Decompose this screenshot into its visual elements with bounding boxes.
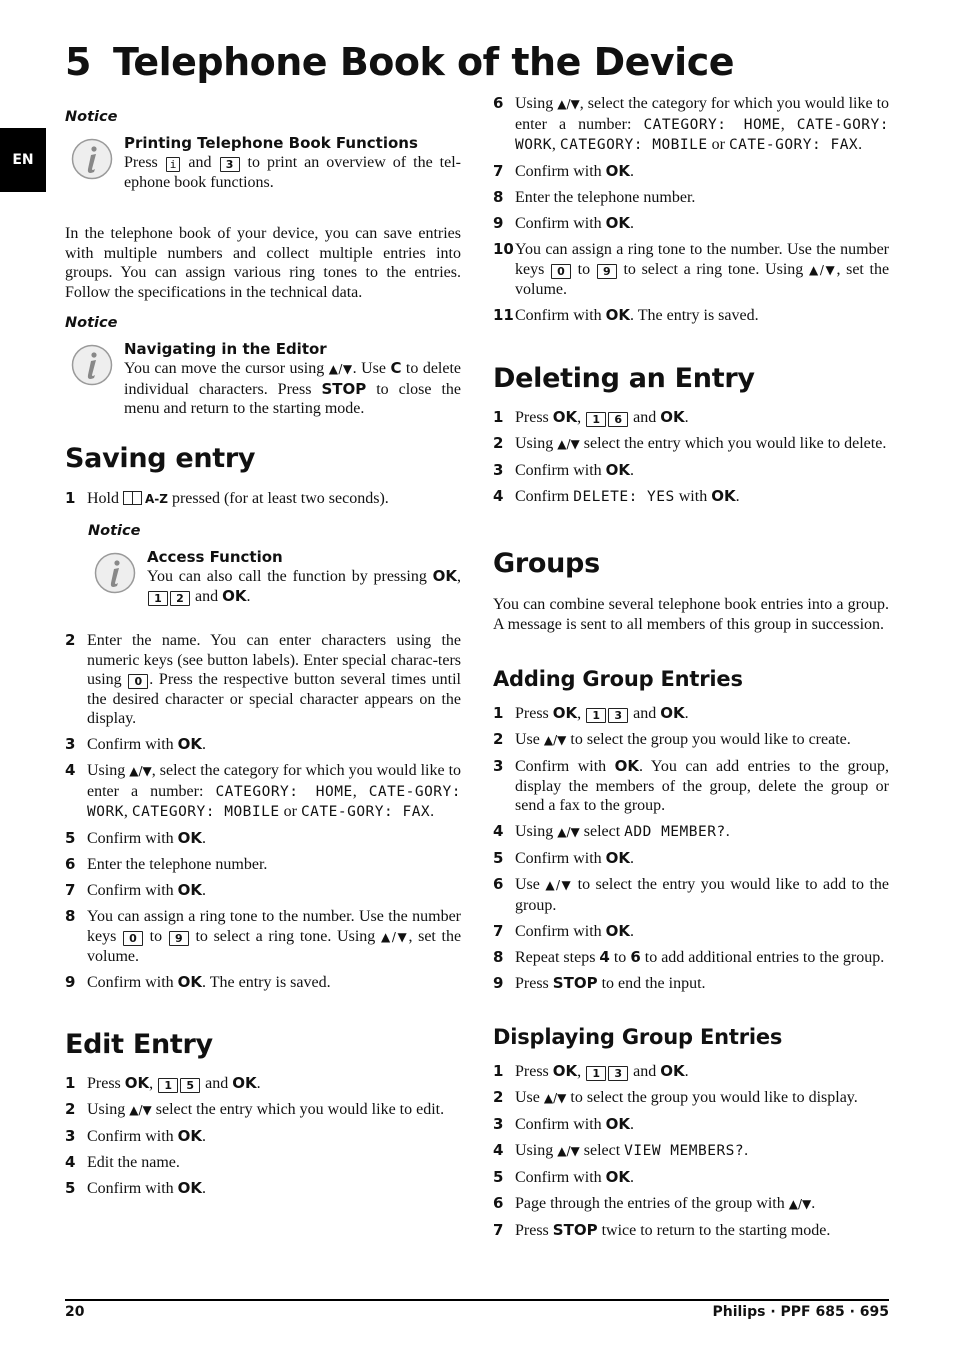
notice-label: Notice: [88, 523, 141, 539]
footer-divider: [65, 1299, 889, 1301]
section-title-edit: Edit Entry: [65, 1029, 213, 1060]
step-item: 2 Enter the name. You can enter character…: [65, 631, 462, 727]
step-item: 3 Confirm with OK.: [493, 1115, 635, 1133]
notice-label: Notice: [65, 109, 118, 125]
info-icon: [94, 552, 136, 594]
up-down-arrows-icon: ▲/▼: [788, 1197, 812, 1211]
section-title-saving: Saving entry: [65, 443, 256, 474]
phonebook-icon: [123, 491, 142, 505]
step-item: 6 Page through the entries of the group w…: [493, 1194, 816, 1212]
subsection-title-displaying: Displaying Group Entries: [493, 1025, 783, 1049]
step-item: 3 Confirm with OK.: [65, 735, 207, 753]
chapter-title: 5 Telephone Book of the Device: [65, 40, 735, 84]
step-item: 1 Press OK, 13 and OK.: [493, 704, 689, 723]
step-item: 4 Using ▲/▼, select the category for whic…: [65, 761, 462, 820]
product-name: Philips · PPF 685 · 695: [712, 1304, 889, 1320]
step-item: 1 Press OK, 13 and OK.: [493, 1062, 689, 1081]
step-item: 1 Press OK, 16 and OK.: [493, 408, 689, 427]
step-item: 8 Repeat steps 4 to 6 to add additional e…: [493, 947, 885, 966]
intro-paragraph: In the telephone book of your device, yo…: [65, 225, 461, 301]
step-item: 4 Using ▲/▼ select VIEW MEMBERS?.: [493, 1141, 749, 1159]
notice-label: Notice: [65, 315, 118, 331]
step-item: 4 Edit the name.: [65, 1153, 180, 1171]
step-item: 7 Confirm with OK.: [493, 921, 635, 940]
step-item: 8 You can assign a ring tone to the numbe…: [65, 907, 462, 965]
step-item: 9 Confirm with OK. The entry is saved.: [65, 973, 331, 991]
edit-steps-part2: 6 Using ▲/▼, select the category for whic…: [493, 94, 889, 332]
step-item: 3 Confirm with OK.: [493, 461, 635, 479]
step-item: 1 Press OK, 15 and OK.: [65, 1074, 261, 1093]
step-item: 9 Confirm with OK.: [493, 214, 635, 232]
az-key: A-Z: [145, 492, 168, 506]
chapter-number: 5: [65, 40, 91, 84]
subsection-title-adding: Adding Group Entries: [493, 667, 743, 691]
groups-intro: You can combine several telephone book e…: [493, 596, 889, 633]
page-number: 20: [65, 1304, 85, 1320]
step-item: 5 Confirm with OK.: [65, 1179, 207, 1197]
notice-text: Press i and 3 to print an overview of th…: [124, 154, 461, 191]
step-item: 6 Enter the telephone number.: [65, 855, 268, 873]
up-down-arrows-icon: ▲/▼: [543, 1091, 567, 1105]
chapter-title-text: Telephone Book of the Device: [112, 40, 735, 84]
notice-access-function: Notice Access Function You can also call…: [88, 522, 461, 606]
up-down-arrows-icon: ▲/▼: [129, 764, 152, 778]
step-item: 10 You can assign a ring tone to the numb…: [493, 240, 890, 298]
step-item: 6 Use ▲/▼ to select the entry you would l…: [493, 875, 889, 914]
up-down-arrows-icon: ▲/▼: [328, 362, 353, 376]
info-key: i: [165, 157, 181, 172]
up-down-arrows-icon: ▲/▼: [557, 1144, 580, 1158]
adding-group-steps: 1 Press OK, 13 and OK. 2 Use ▲/▼ to select…: [493, 704, 889, 1000]
displaying-group-steps: 1 Press OK, 13 and OK. 2 Use ▲/▼ to select…: [493, 1062, 889, 1247]
info-icon: [71, 138, 113, 180]
notice-text: You can move the cursor using ▲/▼. Use C…: [124, 359, 462, 417]
notice-title: Access Function: [147, 548, 283, 566]
step-item: 7 Press STOP twice to return to the start…: [493, 1221, 831, 1239]
notice-text: You can also call the function by pressi…: [147, 567, 462, 606]
section-title-delete: Deleting an Entry: [493, 363, 755, 394]
up-down-arrows-icon: ▲/▼: [380, 929, 409, 944]
step-item: 9 Press STOP to end the input.: [493, 973, 706, 992]
step-item: 2 Use ▲/▼ to select the group you would l…: [493, 730, 851, 748]
up-down-arrows-icon: ▲/▼: [557, 825, 580, 839]
notice-title: Printing Telephone Book Functions: [124, 134, 418, 152]
section-title-groups: Groups: [493, 548, 600, 579]
notice-printing: Notice Printing Telephone Book Functions…: [65, 108, 461, 191]
key-c: C: [390, 359, 402, 377]
step-item: 3 Confirm with OK. You can add entries to…: [493, 757, 890, 814]
key-stop: STOP: [321, 379, 367, 398]
delete-steps: 1 Press OK, 16 and OK. 2 Using ▲/▼ select …: [493, 408, 889, 514]
step-item: 11 Confirm with OK. The entry is saved.: [493, 306, 759, 324]
step-item: 2 Using ▲/▼ select the entry which you wo…: [65, 1100, 445, 1118]
key-3: 3: [219, 157, 240, 172]
step-item: 3 Confirm with OK.: [65, 1127, 207, 1145]
step-item: 4 Using ▲/▼ select ADD MEMBER?.: [493, 822, 730, 840]
up-down-arrows-icon: ▲/▼: [557, 97, 580, 111]
notice-navigating: Notice Navigating in the Editor You can …: [65, 314, 461, 417]
edit-steps-part1: 1 Press OK, 15 and OK. 2 Using ▲/▼ select …: [65, 1074, 461, 1205]
step-item: 6 Using ▲/▼, select the category for whic…: [493, 94, 890, 153]
step-item: 5 Confirm with OK.: [493, 1168, 635, 1186]
up-down-arrows-icon: ▲/▼: [557, 437, 580, 451]
language-tab: EN: [0, 128, 46, 192]
saving-steps-part1: 1 Hold A-Z pressed (for at least two seco…: [65, 489, 461, 516]
up-down-arrows-icon: ▲/▼: [808, 262, 837, 277]
up-down-arrows-icon: ▲/▼: [545, 878, 573, 892]
up-down-arrows-icon: ▲/▼: [543, 733, 567, 747]
step-item: 2 Use ▲/▼ to select the group you would l…: [493, 1088, 858, 1106]
step-item: 5 Confirm with OK.: [493, 849, 635, 867]
step-item: 7 Confirm with OK.: [493, 162, 635, 180]
step-item: 5 Confirm with OK.: [65, 829, 207, 847]
notice-title: Navigating in the Editor: [124, 340, 327, 358]
step-item: 1 Hold A-Z pressed (for at least two seco…: [65, 489, 389, 507]
step-item: 8 Enter the telephone number.: [493, 188, 696, 206]
saving-steps-part2: 2 Enter the name. You can enter character…: [65, 631, 461, 999]
info-icon: [71, 344, 113, 386]
step-item: 2 Using ▲/▼ select the entry which you wo…: [493, 434, 887, 452]
step-item: 7 Confirm with OK.: [65, 881, 207, 899]
up-down-arrows-icon: ▲/▼: [129, 1103, 152, 1117]
step-item: 4 Confirm DELETE: YES with OK.: [493, 487, 740, 505]
